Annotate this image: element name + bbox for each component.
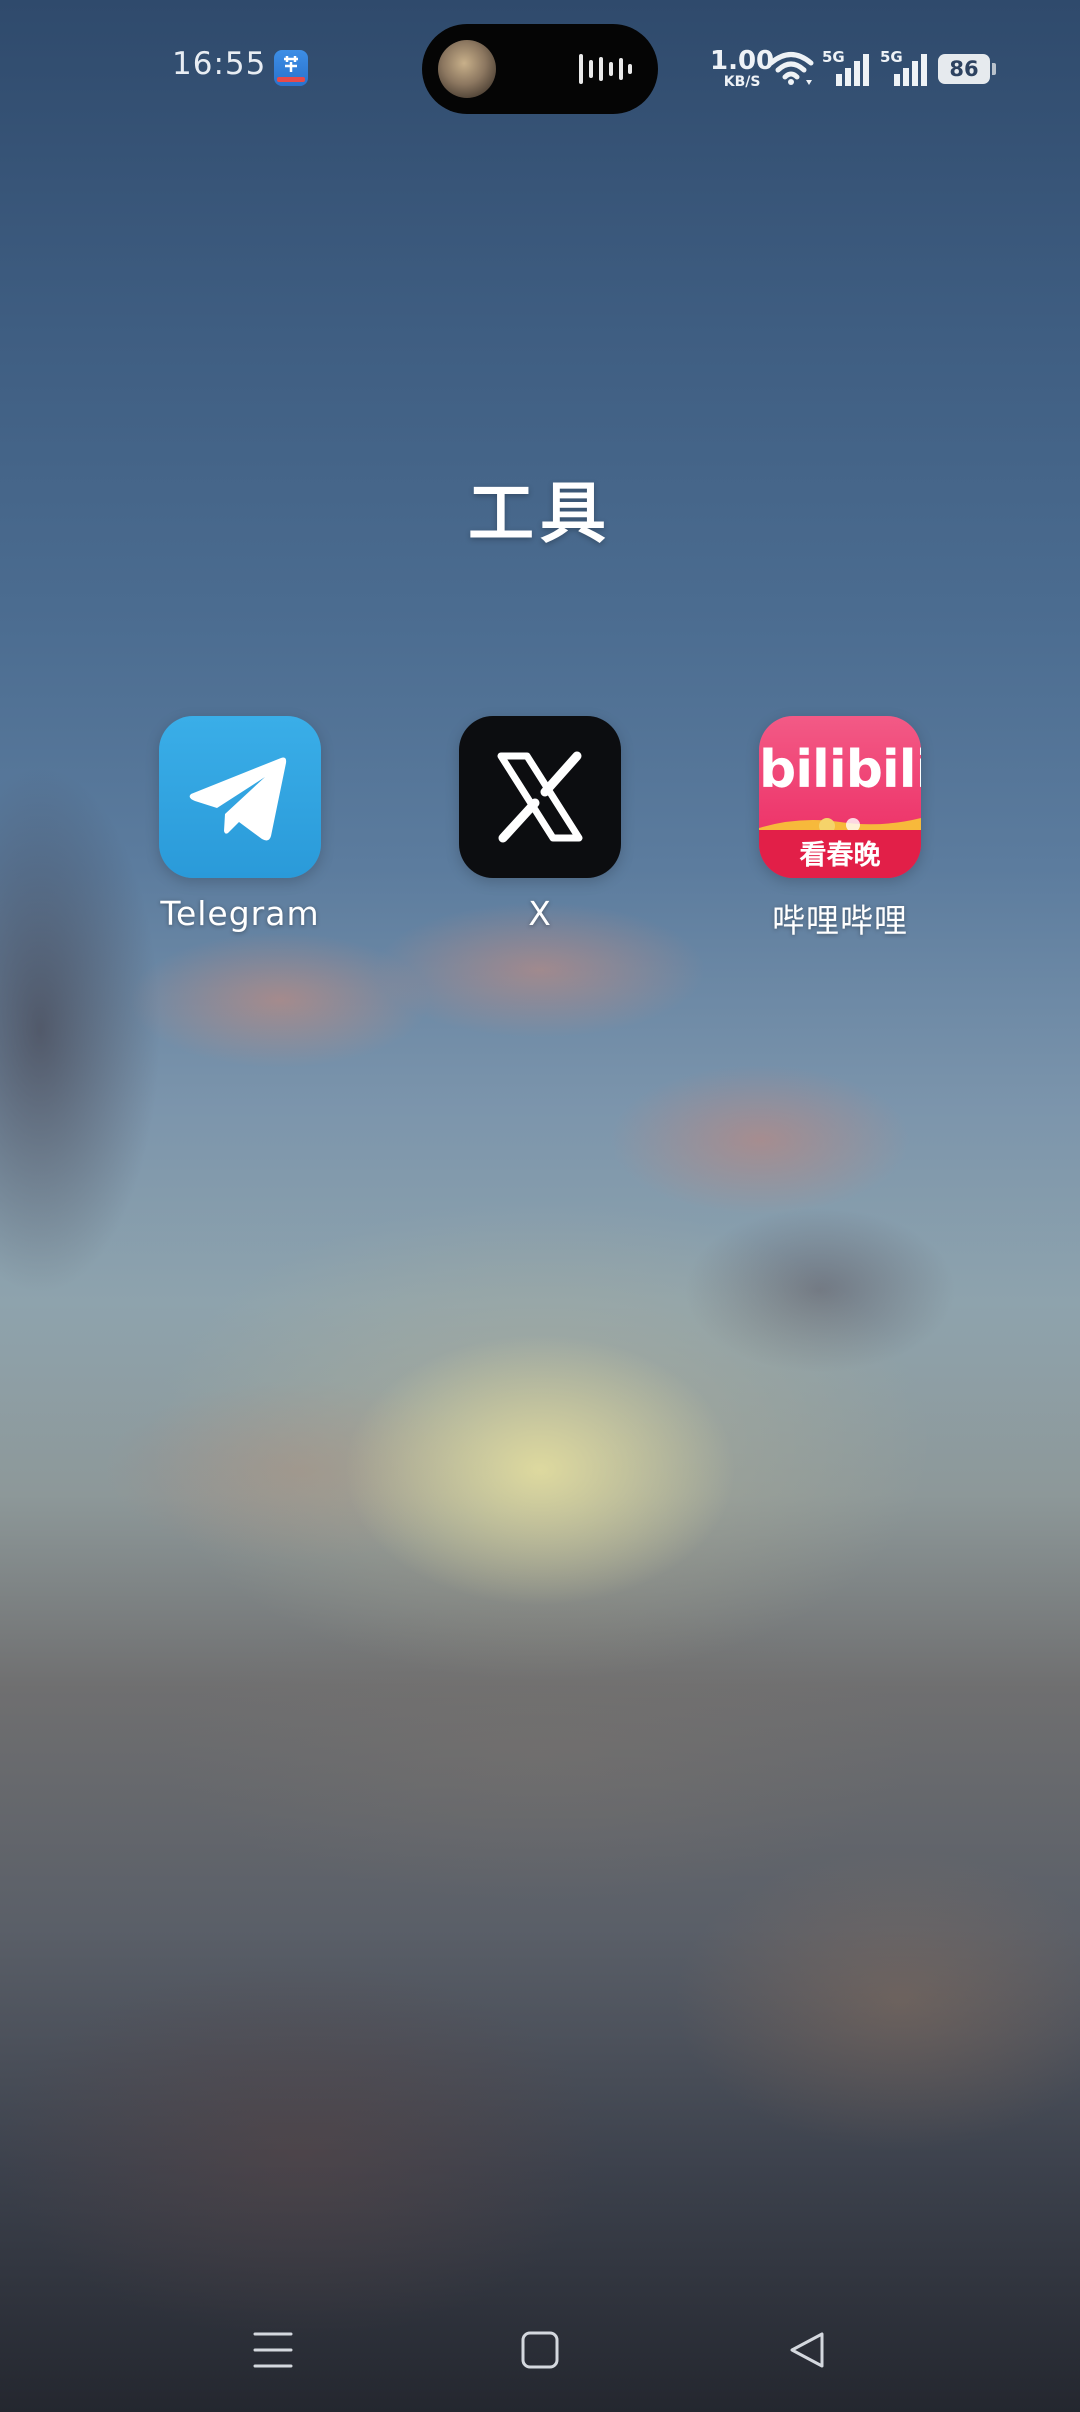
app-bilibili[interactable]: bilibili 看春晚 哔哩哔哩 [730,716,950,942]
navigation-bar [0,2300,1080,2390]
telegram-icon[interactable] [159,716,321,878]
network-speed-unit: KB/S [723,74,761,90]
folder-title[interactable]: 工具 [0,460,1080,556]
signal-icon-sim1: 5G [822,48,872,88]
home-icon [521,2331,559,2369]
app-x[interactable]: X [430,716,650,933]
app-label-x: X [528,894,552,933]
album-art [438,40,496,98]
menu-button[interactable] [243,2320,303,2380]
status-time: 16:55 [172,46,267,82]
battery-level: 86 [949,57,979,81]
battery-icon: 86 [938,54,996,84]
back-button[interactable] [777,2320,837,2380]
app-telegram[interactable]: Telegram [130,716,350,933]
app-label-bilibili: 哔哩哔哩 [772,901,908,940]
wifi-icon [768,52,814,85]
network-speed-value: 1.00 [710,46,775,76]
menu-icon [253,2332,293,2368]
network-speed: 1.00 KB/S [710,48,774,89]
bilibili-logo-text: bilibili [759,740,921,800]
audio-wave-icon [579,54,632,84]
bilibili-icon[interactable]: bilibili 看春晚 [759,716,921,878]
x-icon[interactable] [459,716,621,878]
back-icon [790,2332,824,2368]
bilibili-subtext: 看春晚 [799,840,881,871]
dynamic-island-media[interactable] [422,24,658,114]
home-button[interactable] [510,2320,570,2380]
app-notification-icon [274,50,308,86]
app-label-telegram: Telegram [160,894,320,933]
status-bar: 16:55 1.00 KB/S 5G 5G 86 [0,0,1080,140]
signal-icon-sim2: 5G [880,48,930,88]
